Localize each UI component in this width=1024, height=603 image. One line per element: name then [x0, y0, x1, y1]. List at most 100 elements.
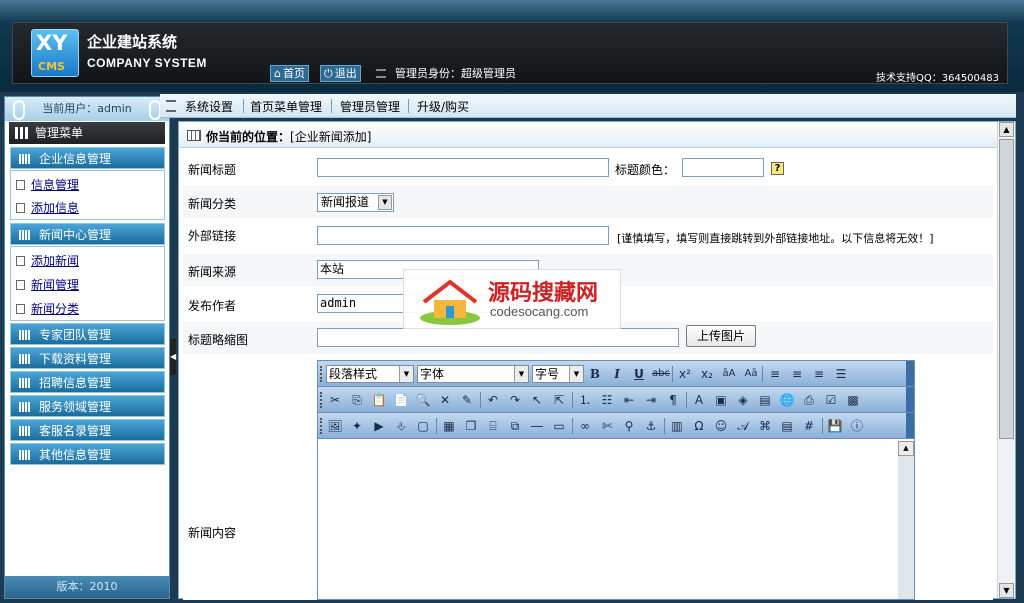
font-select[interactable]: 字体 ▼ [417, 365, 529, 383]
page-scrollbar[interactable]: ▲ ▼ [997, 122, 1015, 598]
ordered-list-icon[interactable]: ⒈ [576, 391, 594, 409]
layer-icon[interactable]: ❐ [462, 417, 480, 435]
news-title-input[interactable] [317, 158, 609, 177]
paragraph-style-select[interactable]: 段落样式 ▼ [326, 365, 414, 383]
grid-icon[interactable]: # [800, 417, 818, 435]
editor-scrollbar[interactable]: ▲ [898, 441, 914, 599]
menu-group-downloads[interactable]: 下载资料管理 [10, 347, 165, 369]
thumbnail-input[interactable] [317, 328, 679, 347]
news-category-select[interactable]: 新闻报道 ▼ [317, 193, 394, 212]
paragraph-icon[interactable]: ¶ [664, 391, 682, 409]
sidebar-toggle[interactable]: ◀ [170, 339, 176, 375]
form-icon[interactable]: ☑ [822, 391, 840, 409]
indent-icon[interactable]: ⇥ [642, 391, 660, 409]
scroll-up-icon[interactable]: ▲ [898, 441, 914, 456]
align-right-icon[interactable]: ≡ [810, 365, 828, 383]
nav-upgrade[interactable]: 升级/购买 [417, 98, 469, 115]
menu-group-news-center[interactable]: 新闻中心管理 [10, 223, 165, 245]
superscript-icon[interactable]: x² [676, 365, 694, 383]
home-button[interactable]: ⌂ 首页 [270, 65, 309, 82]
flash-icon[interactable]: ✦ [348, 417, 366, 435]
template-icon[interactable]: ▥ [668, 417, 686, 435]
help-icon[interactable]: ? [771, 162, 784, 175]
image-gallery-icon[interactable]: ▩ [844, 391, 862, 409]
upload-image-button[interactable]: 上传图片 [686, 325, 756, 347]
align-justify-icon[interactable]: ☰ [832, 365, 850, 383]
copy-icon[interactable]: ⎘ [348, 391, 366, 409]
hr-icon[interactable]: ― [528, 417, 546, 435]
preview-icon[interactable]: ▤ [756, 391, 774, 409]
scroll-thumb[interactable] [999, 139, 1014, 439]
paste-icon[interactable]: 📋 [370, 391, 388, 409]
lowercase-icon[interactable]: āA [720, 365, 738, 383]
toolbar-divider [822, 418, 823, 434]
scroll-down-icon[interactable]: ▼ [999, 583, 1014, 598]
align-center-icon[interactable]: ≡ [788, 365, 806, 383]
sidebar-item-info-manage[interactable]: 信息管理 [31, 176, 79, 193]
sidebar-item-add-info[interactable]: 添加信息 [31, 199, 79, 216]
menu-group-company-info[interactable]: 企业信息管理 [10, 147, 165, 169]
redo-icon[interactable]: ↷ [506, 391, 524, 409]
logout-button[interactable]: ⏻ 退出 [320, 65, 361, 82]
submenu-company-info: 信息管理 添加信息 [10, 170, 165, 220]
menu-group-expert-team[interactable]: 专家团队管理 [10, 323, 165, 345]
marquee-icon[interactable]: ▭ [550, 417, 568, 435]
sidebar-item-news-category[interactable]: 新闻分类 [31, 300, 79, 317]
cut-icon[interactable]: ✂ [326, 391, 344, 409]
anchor-icon[interactable]: ⚓ [642, 417, 660, 435]
art-text-icon[interactable]: 𝒜 [734, 417, 752, 435]
unlink-icon[interactable]: ✄ [598, 417, 616, 435]
italic-icon[interactable]: I [608, 365, 626, 383]
scroll-up-icon[interactable]: ▲ [999, 122, 1014, 137]
bg-color-icon[interactable]: ▣ [712, 391, 730, 409]
attachment-icon[interactable]: ⎀ [392, 417, 410, 435]
undo-icon[interactable]: ↶ [484, 391, 502, 409]
iframe-icon[interactable]: ⧉ [506, 417, 524, 435]
paste-text-icon[interactable]: 📄 [392, 391, 410, 409]
find-icon[interactable]: 🔍 [414, 391, 432, 409]
format-icon[interactable]: ◈ [734, 391, 752, 409]
title-color-input[interactable] [682, 158, 764, 177]
menu-group-other[interactable]: 其他信息管理 [10, 443, 165, 465]
print-icon[interactable]: ⎙ [800, 391, 818, 409]
special-char-icon[interactable]: Ω [690, 417, 708, 435]
bold-icon[interactable]: B [586, 365, 604, 383]
uppercase-icon[interactable]: Aā [742, 365, 760, 383]
editor-content-area[interactable] [320, 441, 912, 599]
about-icon[interactable]: ⓘ [848, 417, 866, 435]
menu-group-services[interactable]: 服务领域管理 [10, 395, 165, 417]
date-icon[interactable]: ▤ [778, 417, 796, 435]
underline-icon[interactable]: U [630, 365, 648, 383]
clear-format-icon[interactable]: ✎ [458, 391, 476, 409]
nav-system-settings[interactable]: 系统设置 [185, 98, 233, 115]
unordered-list-icon[interactable]: ☷ [598, 391, 616, 409]
sidebar-item-add-news[interactable]: 添加新闻 [31, 252, 79, 269]
align-left-icon[interactable]: ≡ [766, 365, 784, 383]
sidebar-item-news-manage[interactable]: 新闻管理 [31, 276, 79, 293]
strikethrough-icon[interactable]: abc [652, 365, 670, 383]
watermark-text-cn: 源码搜藏网 [488, 281, 599, 306]
menu-group-customer-service[interactable]: 客服名录管理 [10, 419, 165, 441]
menu-group-recruit[interactable]: 招聘信息管理 [10, 371, 165, 393]
map-icon[interactable]: ⚲ [620, 417, 638, 435]
globe-icon[interactable]: 🌐 [778, 391, 796, 409]
media-icon[interactable]: ▶ [370, 417, 388, 435]
emoticon-icon[interactable]: ☺ [712, 417, 730, 435]
save-icon[interactable]: 💾 [826, 417, 844, 435]
external-link-input[interactable] [317, 226, 609, 245]
image-icon[interactable]: 🖼 [326, 417, 344, 435]
file-icon[interactable]: ▢ [414, 417, 432, 435]
nav-home-menu[interactable]: 首页菜单管理 [250, 98, 322, 115]
link-icon[interactable]: ∞ [576, 417, 594, 435]
font-size-select[interactable]: 字号 ▼ [532, 365, 584, 383]
code-icon[interactable]: ⌘ [756, 417, 774, 435]
nav-admin-manage[interactable]: 管理员管理 [340, 98, 400, 115]
select-icon[interactable]: ↖ [528, 391, 546, 409]
outdent-icon[interactable]: ⇤ [620, 391, 638, 409]
table-insert-icon[interactable]: ▦ [440, 417, 458, 435]
delete-icon[interactable]: ✕ [436, 391, 454, 409]
fieldset-icon[interactable]: ⌸ [484, 417, 502, 435]
text-color-icon[interactable]: A [690, 391, 708, 409]
subscript-icon[interactable]: x₂ [698, 365, 716, 383]
pointer-icon[interactable]: ⇱ [550, 391, 568, 409]
